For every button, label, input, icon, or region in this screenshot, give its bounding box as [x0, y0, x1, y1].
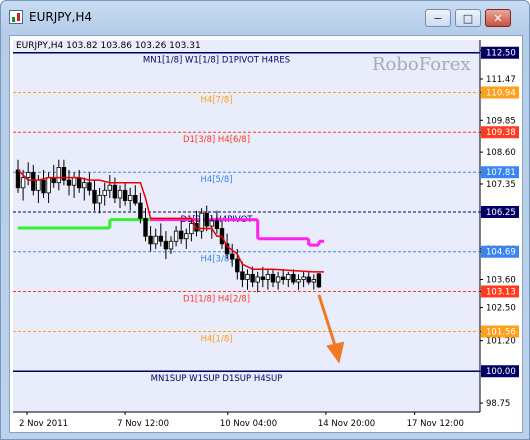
candle-body-bull: [153, 235, 158, 245]
candle-body-bear: [214, 220, 220, 229]
candle-body-bull: [189, 223, 194, 235]
candle-body-bear: [291, 274, 296, 283]
y-tick-label: 98.75: [486, 399, 510, 409]
candle-body-bull: [255, 276, 260, 283]
candle-body-bull: [265, 274, 271, 280]
y-tick-label: 101.20: [486, 337, 516, 347]
candle-body-bear: [178, 230, 184, 240]
candle-body-bull: [46, 177, 51, 194]
level-badge-text: 104.69: [486, 248, 516, 258]
y-tick-label: 103.60: [486, 276, 516, 286]
x-tick-label: 2 Nov 2011: [19, 419, 68, 429]
y-axis: 112.59111.47110.94109.85109.38108.60107.…: [480, 46, 516, 409]
title-bar[interactable]: EURJPY,H4 − □ ✕: [1, 1, 529, 35]
candle-body-bull: [301, 276, 306, 280]
close-button[interactable]: ✕: [485, 9, 511, 27]
level-label: MN1[1/8] W1[1/8] D1PIVOT H4RES: [143, 56, 290, 66]
candle-body-bull: [286, 274, 291, 280]
y-tick-label: 102.50: [486, 304, 516, 314]
candle-body-bull: [117, 189, 123, 199]
candle-body-bear: [148, 235, 153, 245]
candle-body-bear: [112, 184, 118, 199]
x-tick-label: 14 Nov 20:00: [318, 419, 375, 429]
level-label: MN1SUP W1SUP D1SUP H4SUP: [151, 374, 283, 384]
level-label: H4[7/8]: [200, 95, 232, 105]
level-label: D1[1/8] H4[2/8]: [183, 294, 250, 304]
candle-body-bear: [280, 276, 286, 280]
plot-background: [13, 40, 480, 412]
candle-body-bull: [311, 279, 316, 283]
level-badge-text: 106.25: [486, 208, 516, 218]
candle-body-bull: [25, 172, 31, 178]
candle-body-bear: [77, 177, 82, 189]
level-label: H4[5/8]: [200, 175, 232, 185]
candle-body-bull: [184, 233, 189, 240]
candle-body-bear: [31, 172, 36, 191]
candle-body-bull: [209, 220, 214, 227]
level-badge-text: 103.13: [486, 287, 516, 297]
candle-body-bear: [92, 189, 97, 204]
candle-body-bull: [173, 230, 179, 242]
candle-body-bear: [163, 240, 169, 250]
level-badge-text: 101.56: [486, 327, 516, 337]
minimize-button[interactable]: −: [425, 9, 451, 27]
x-tick-label: 7 Nov 12:00: [117, 419, 169, 429]
candle-body-bear: [229, 253, 235, 260]
candle-body-bear: [122, 189, 128, 201]
candle-body-bear: [306, 276, 311, 283]
y-tick-label: 109.85: [486, 116, 516, 126]
x-tick-label: 17 Nov 12:00: [407, 419, 464, 429]
level-badge-text: 100.00: [486, 367, 516, 377]
candle-body-bull: [107, 184, 112, 191]
candle-body-bear: [41, 179, 46, 194]
price-chart-svg[interactable]: RoboForex EURJPY,H4 103.82 103.86 103.26 …: [10, 36, 522, 432]
candle-body-bear: [51, 177, 56, 184]
candle-body-bull: [128, 195, 133, 201]
y-tick-label: 108.60: [486, 148, 516, 158]
level-badge-text: 112.50: [486, 49, 516, 59]
candle-body-bull: [82, 182, 87, 189]
candle-body-bull: [56, 166, 61, 184]
level-badge-text: 110.94: [486, 88, 516, 98]
window-title: EURJPY,H4: [29, 10, 93, 24]
level-label: H4[3/8]: [200, 255, 232, 265]
watermark: RoboForex: [372, 54, 471, 75]
level-label: H4[1/8]: [200, 334, 232, 344]
level-badge-text: 109.38: [486, 128, 516, 138]
candle-body-bear: [270, 274, 276, 283]
level-badge-text: 107.81: [486, 168, 516, 178]
maximize-button[interactable]: □: [455, 9, 481, 27]
candle-body-bear: [133, 195, 138, 204]
y-tick-label: 111.47: [486, 75, 516, 85]
candle-body-bear: [15, 169, 21, 189]
candle-body-bear: [250, 274, 255, 283]
chart-window: EURJPY,H4 − □ ✕ RoboForex EURJPY,H4 103.8…: [0, 0, 530, 440]
chart-app-icon: [9, 10, 23, 24]
candle-body-bull: [20, 177, 26, 189]
candle-body-bear: [316, 273, 322, 288]
candle-body-bull: [275, 276, 281, 283]
candle-body-bull: [36, 179, 41, 191]
level-label: D1[3/8] H4[6/8]: [183, 135, 250, 145]
candle-body-bear: [235, 258, 240, 273]
candle-body-bear: [87, 182, 92, 191]
candle-body-bull: [168, 240, 174, 250]
candle-body-bear: [138, 202, 143, 219]
candle-body-bull: [102, 189, 107, 196]
candle-body-bear: [158, 235, 163, 242]
chart-area[interactable]: RoboForex EURJPY,H4 103.82 103.86 103.26 …: [9, 35, 523, 433]
candle-body-bear: [260, 276, 265, 280]
candle-body-bear: [204, 212, 209, 227]
x-tick-label: 10 Nov 04:00: [220, 419, 277, 429]
candle-body-bull: [97, 195, 102, 204]
y-tick-label: 107.35: [486, 180, 516, 190]
chart-header: EURJPY,H4 103.82 103.86 103.26 103.31: [16, 41, 201, 51]
candle-body-bull: [296, 279, 301, 283]
candle-body-bear: [240, 271, 245, 280]
candle-body-bear: [143, 217, 148, 237]
candle-body-bull: [71, 177, 77, 186]
candle-body-bull: [245, 274, 250, 280]
candle-body-bear: [66, 179, 72, 186]
candle: [316, 272, 322, 289]
